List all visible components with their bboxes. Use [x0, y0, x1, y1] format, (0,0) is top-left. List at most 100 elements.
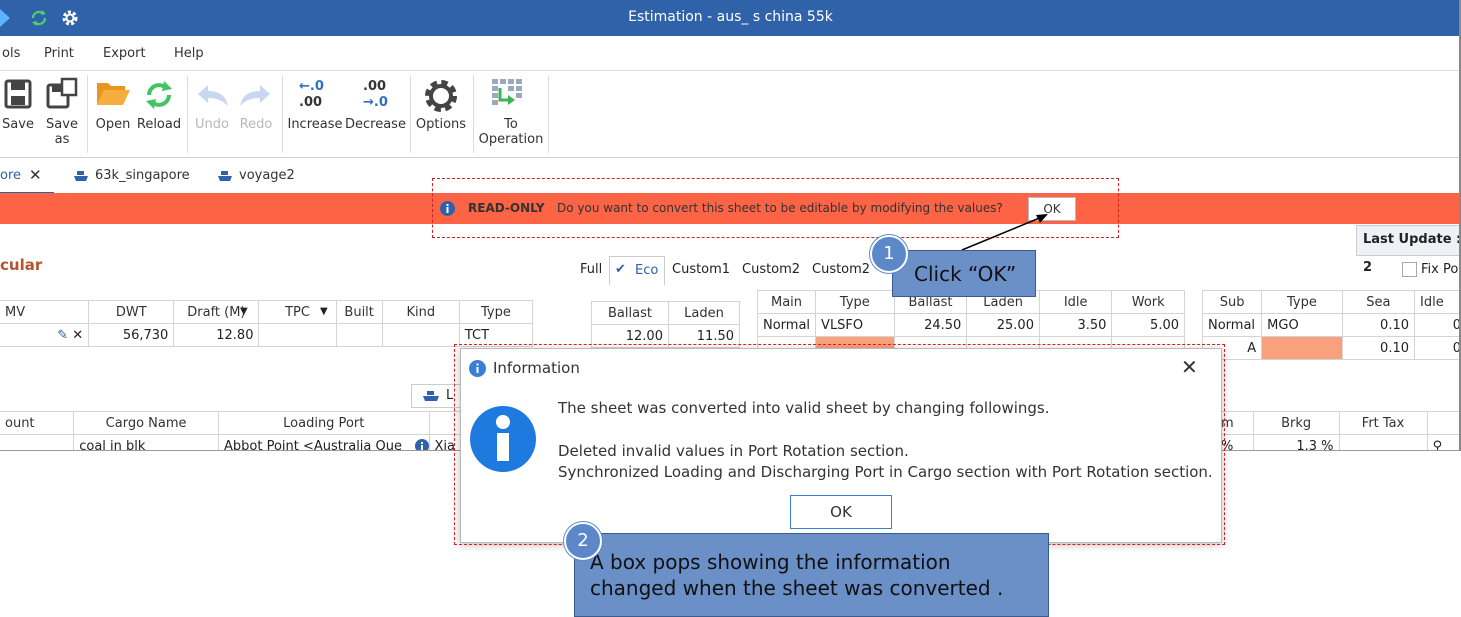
- dwt-cell[interactable]: 56,730: [88, 323, 175, 347]
- undo-label: Undo: [195, 117, 229, 132]
- ribbon-separator: [473, 75, 474, 153]
- reload-button[interactable]: Reload: [136, 71, 182, 157]
- col-header: Sub: [1201, 290, 1263, 314]
- options-label: Options: [415, 117, 467, 132]
- open-label: Open: [95, 117, 131, 132]
- options-button[interactable]: Options: [414, 71, 468, 157]
- col-header: Loading Port: [218, 411, 430, 435]
- save-label: Save: [2, 117, 34, 132]
- save-icon: [4, 79, 32, 109]
- col-header: Sea: [1341, 290, 1416, 314]
- sub-cell[interactable]: [1261, 336, 1343, 360]
- col-header: Type: [1261, 290, 1343, 314]
- fix-port-checkbox[interactable]: [1402, 262, 1417, 277]
- undo-button[interactable]: Undo: [192, 71, 232, 157]
- dropdown-arrow-icon[interactable]: ▼: [240, 306, 248, 317]
- col-header: Ballast: [591, 301, 669, 325]
- step-1-badge: 1: [870, 235, 908, 273]
- to-operation-button[interactable]: To Operation: [478, 71, 544, 157]
- speed-tab-eco[interactable]: ✔ Eco: [609, 256, 665, 285]
- decrease-label: Decrease: [345, 117, 406, 132]
- col-header: Built: [335, 300, 383, 324]
- speed-tab-custom1[interactable]: Custom1: [672, 262, 730, 277]
- menu-help[interactable]: Help: [174, 46, 204, 61]
- ribbon-separator: [548, 75, 549, 153]
- col-header: Idle: [1414, 290, 1461, 314]
- decrease-decimal-button[interactable]: .00 →.0 Decrease: [345, 71, 406, 157]
- tab-label: 63k_singapore: [95, 168, 190, 183]
- to-operation-icon: [492, 79, 522, 105]
- speed-tab-full[interactable]: Full: [580, 262, 602, 277]
- step-2-badge: 2: [564, 522, 602, 560]
- main-cell[interactable]: 25.00: [966, 313, 1040, 337]
- save-button[interactable]: Save: [0, 71, 36, 157]
- col-header: Cargo Name: [73, 411, 219, 435]
- col-header: Type: [458, 300, 534, 324]
- col-header: Kind: [381, 300, 460, 324]
- to-operation-label-1: To: [504, 117, 518, 132]
- folder-open-icon: [97, 83, 130, 105]
- tab-voyage2[interactable]: voyage2: [214, 158, 304, 192]
- table-row: ✎ ✕ 56,730 12.80 TCT: [0, 323, 534, 347]
- open-button[interactable]: Open: [92, 71, 134, 157]
- col-header: Idle: [1038, 290, 1113, 314]
- load-button-label: L: [446, 388, 454, 403]
- sub-cell[interactable]: 0.10: [1341, 313, 1416, 337]
- col-header: Work: [1111, 290, 1185, 314]
- main-cell[interactable]: VLSFO: [815, 313, 895, 337]
- highlight-box-2: [454, 344, 1225, 545]
- speed-tab-custom2[interactable]: Custom2: [742, 262, 800, 277]
- save-as-button[interactable]: Save as: [42, 71, 82, 157]
- speed-tab-custom2b[interactable]: Custom2: [812, 262, 870, 277]
- reload-label: Reload: [136, 117, 182, 132]
- col-header: DWT: [88, 300, 175, 324]
- last-update-label: Last Update : 2: [1356, 225, 1461, 275]
- speed-tab-label: Eco: [635, 263, 659, 278]
- tab-close-icon[interactable]: ✕: [29, 166, 42, 184]
- menu-print[interactable]: Print: [44, 46, 74, 61]
- tab-active[interactable]: ore ✕: [0, 158, 54, 194]
- edit-pencil-icon[interactable]: ✎: [57, 328, 68, 343]
- ribbon-toolbar: Save Save as Open Reload Undo Redo ←.0 .…: [0, 71, 1461, 158]
- to-operation-label-2: Operation: [478, 132, 544, 147]
- main-cell[interactable]: Normal: [756, 313, 817, 337]
- ribbon-separator: [410, 75, 411, 153]
- sub-cell[interactable]: 0: [1414, 336, 1461, 360]
- col-header: ount: [0, 411, 75, 435]
- ship-icon: [74, 171, 88, 181]
- remove-icon[interactable]: ✕: [72, 328, 83, 343]
- sub-cell[interactable]: MGO: [1261, 313, 1343, 337]
- main-cell[interactable]: 3.50: [1038, 313, 1113, 337]
- increase-decimal-icon: ←.0.00: [299, 79, 324, 110]
- menu-export[interactable]: Export: [103, 46, 146, 61]
- callout-arrow: [961, 214, 1048, 251]
- redo-icon: [240, 85, 270, 106]
- ship-icon: [218, 171, 232, 181]
- tab-active-label: ore: [0, 168, 22, 183]
- redo-button[interactable]: Redo: [236, 71, 276, 157]
- sub-cell[interactable]: 0.10: [1341, 336, 1416, 360]
- save-as-icon: [46, 77, 78, 109]
- dropdown-arrow-icon[interactable]: ▼: [320, 306, 328, 317]
- decrease-decimal-icon: .00 →.0: [363, 79, 388, 110]
- increase-decimal-button[interactable]: ←.0.00 Increase: [287, 71, 343, 157]
- check-icon: ✔: [615, 262, 626, 277]
- col-header: Frt Tax: [1338, 411, 1428, 435]
- main-cell[interactable]: 5.00: [1111, 313, 1185, 337]
- undo-icon: [198, 85, 228, 106]
- tab-63k-singapore[interactable]: 63k_singapore: [70, 158, 200, 192]
- callout-1: Click “OK”: [892, 250, 1036, 297]
- ribbon-separator: [87, 75, 88, 153]
- gear-icon: [425, 80, 457, 112]
- draft-cell[interactable]: 12.80: [173, 323, 260, 347]
- save-as-label-2: as: [54, 132, 70, 147]
- main-cell[interactable]: 24.50: [893, 313, 968, 337]
- menu-tools[interactable]: ols: [2, 46, 20, 61]
- col-header: Type: [815, 290, 895, 314]
- sub-cell[interactable]: 0: [1414, 313, 1461, 337]
- fix-port-label: Fix Po: [1421, 262, 1459, 277]
- title-bar: Estimation - aus_ s china 55k: [0, 0, 1461, 36]
- sub-cell[interactable]: Normal: [1201, 313, 1263, 337]
- increase-label: Increase: [287, 117, 343, 132]
- menu-bar: ols Print Export Help: [0, 36, 1461, 71]
